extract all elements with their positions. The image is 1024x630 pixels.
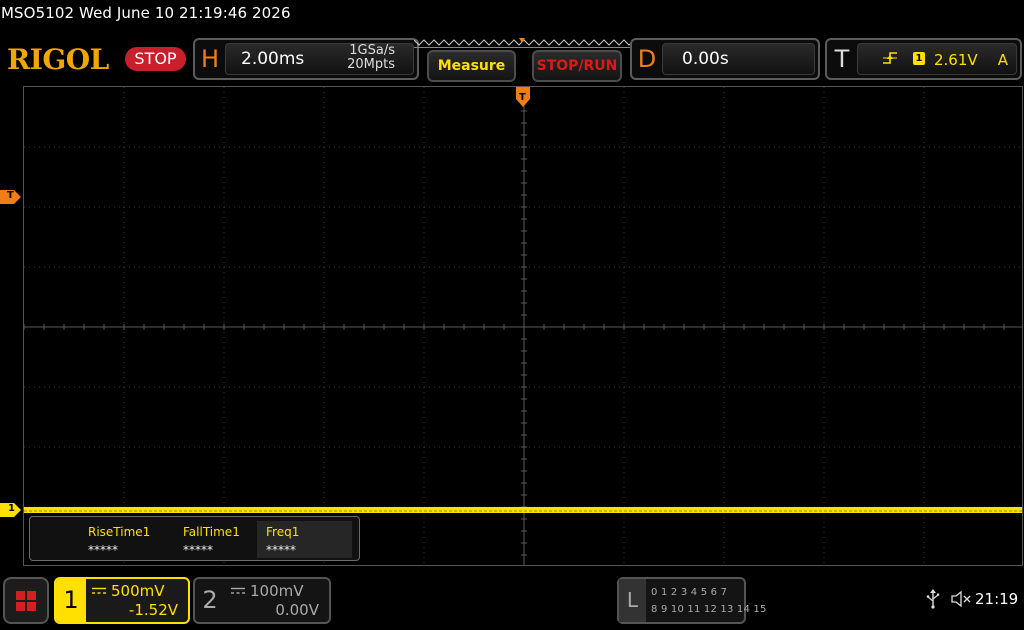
trigger-mode: A [997,51,1008,69]
timebase-value: 2.00ms [241,49,305,69]
channel2-number: 2 [202,586,218,614]
channel1-number: 1 [56,579,86,622]
channel1-trace [24,507,1022,513]
run-status-badge: STOP [125,47,186,71]
trigger-position-marker[interactable]: T [516,87,530,109]
measurement-value: ***** [266,543,296,557]
channel1-panel[interactable]: 1 500mV -1.52V [54,577,190,624]
channel1-marker-label: 1 [8,503,15,514]
stop-run-button[interactable]: STOP/RUN [532,50,622,82]
usb-icon [926,589,940,609]
trigger-level-label: T [7,190,14,201]
channel1-offset-marker[interactable]: 1 [0,502,22,517]
measurement-item[interactable]: RiseTime1 ***** [76,521,171,558]
delay-value: 0.00s [682,49,729,69]
trigger-letter: T [834,45,850,73]
logic-channels-row1: 0 1 2 3 4 5 6 7 [651,587,728,598]
channel2-offset: 0.00V [275,601,319,619]
rising-edge-icon [883,52,897,64]
memory-position-strip [414,36,634,48]
measurement-value: ***** [88,543,118,557]
dc-coupling-icon [231,587,245,594]
measurement-item[interactable]: FallTime1 ***** [171,521,266,558]
channel1-scale: 500mV [111,582,165,600]
sample-info: 1GSa/s 20Mpts [347,44,395,72]
logic-analyzer-panel[interactable]: L 0 1 2 3 4 5 6 7 8 9 10 11 12 13 14 15 [617,577,766,624]
delay-panel[interactable]: D 0.00s [630,38,820,80]
trigger-panel[interactable]: T 1 2.61V A [825,38,1022,80]
graticule [24,87,1022,565]
clock: 21:19 [975,590,1019,608]
measurement-results[interactable]: RiseTime1 ***** FallTime1 ***** Freq1 **… [29,516,360,561]
main-menu-button[interactable] [3,577,49,624]
delay-letter: D [637,45,657,73]
measurement-label: Freq1 [266,525,300,539]
horizontal-panel[interactable]: H 2.00ms 1GSa/s 20Mpts [193,38,419,80]
sample-rate: 1GSa/s [349,43,395,58]
measurement-item[interactable]: Freq1 ***** [257,521,352,558]
channel1-offset: -1.52V [128,601,178,619]
memory-waveform-icon [414,38,634,46]
trigger-level-marker[interactable]: T [0,189,22,204]
waveform-display[interactable] [23,86,1023,566]
channel2-scale: 100mV [250,582,304,600]
dc-coupling-icon [92,587,106,594]
speaker-muted-icon[interactable] [950,590,972,608]
title-line: MSO5102 Wed June 10 21:19:46 2026 [1,4,291,22]
horizontal-letter: H [200,45,220,73]
logic-channels-row2: 8 9 10 11 12 13 14 15 [651,604,767,615]
measurement-label: FallTime1 [183,525,240,539]
trigger-level-value: 2.61V [934,51,978,69]
measurement-label: RiseTime1 [88,525,151,539]
measure-button[interactable]: Measure [427,50,516,82]
trigger-source-badge: 1 [913,52,925,65]
trigger-position-label: T [519,92,526,103]
measurement-value: ***** [183,543,213,557]
memory-depth: 20Mpts [347,57,395,72]
channel2-panel[interactable]: 2 100mV 0.00V [193,577,331,624]
logic-letter: L [619,579,646,622]
top-bar: RIGOL STOP H 2.00ms 1GSa/s 20Mpts Measur… [0,36,1024,84]
rigol-logo: RIGOL [7,43,109,76]
